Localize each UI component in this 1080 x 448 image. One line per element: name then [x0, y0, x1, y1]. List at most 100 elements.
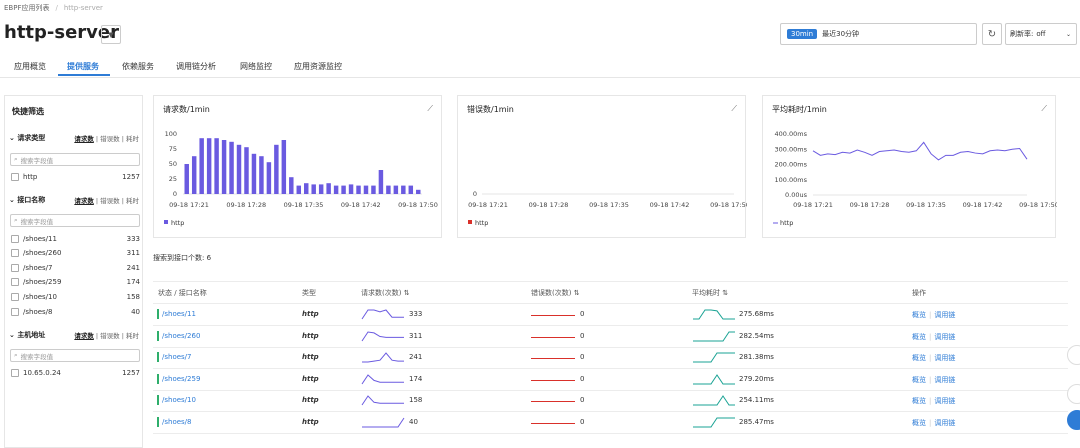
refresh-rate-select[interactable]: 刷新率: off ⌄	[1005, 23, 1077, 45]
overview-link[interactable]: 概览	[912, 354, 926, 362]
sparkline-path	[693, 417, 735, 428]
row-divider	[153, 325, 1068, 326]
bar	[266, 162, 272, 194]
tab-network[interactable]: 网络监控	[240, 61, 272, 72]
checkbox[interactable]	[11, 173, 19, 181]
request-sparkline	[361, 395, 404, 406]
sparkline-path	[361, 395, 404, 406]
bar	[408, 185, 414, 194]
assistant-float-button[interactable]	[1067, 410, 1080, 430]
refresh-button[interactable]: ↻	[982, 23, 1002, 45]
refresh-rate-label: 刷新率:	[1010, 30, 1034, 38]
metric-tabs[interactable]: 请求数 | 错误数 | 耗时	[74, 133, 139, 143]
header-divider	[153, 303, 1068, 304]
latency-sparkline	[693, 352, 735, 363]
trace-link[interactable]: 调用链	[934, 333, 955, 341]
feedback-float-button[interactable]	[1067, 345, 1080, 365]
latency-sparkline	[693, 331, 735, 342]
checkbox[interactable]	[11, 278, 19, 286]
endpoint-link[interactable]: /shoes/259	[162, 375, 200, 383]
row-actions: 概览 | 调用链	[912, 353, 955, 363]
chart-card-latency: 平均耗时/1min ⟋ 400.00ms 300.00ms 200.00ms 100.…	[762, 95, 1057, 238]
search-input[interactable]: ⌕ 搜索字段值	[10, 214, 140, 227]
request-sparkline	[362, 352, 404, 363]
filter-item[interactable]: 10.65.0.24 1257	[11, 369, 140, 377]
tab-dependencies[interactable]: 依赖服务	[122, 61, 154, 72]
sparkline-path	[693, 331, 735, 342]
help-float-button[interactable]	[1067, 384, 1080, 404]
tab-provided-services[interactable]: 提供服务	[67, 61, 99, 72]
endpoint-link[interactable]: /shoes/11	[162, 310, 196, 318]
overview-link[interactable]: 概览	[912, 376, 926, 384]
overview-link[interactable]: 概览	[912, 311, 926, 319]
checkbox[interactable]	[11, 308, 19, 316]
separator: |	[929, 419, 932, 427]
filter-item[interactable]: /shoes/8 40	[11, 308, 140, 316]
tab-overview[interactable]: 应用概览	[14, 61, 46, 72]
row-divider	[153, 368, 1068, 369]
row-type: http	[302, 396, 319, 404]
sparkline-path	[361, 309, 404, 320]
section-title[interactable]: ⌄ 主机地址	[9, 330, 45, 340]
endpoint-link[interactable]: /shoes/8	[162, 418, 192, 426]
bar	[401, 185, 406, 194]
row-errors: 0	[580, 396, 585, 404]
bar	[333, 185, 339, 194]
endpoint-link[interactable]: /shoes/260	[162, 332, 200, 340]
y-tick-label: 75	[169, 145, 177, 153]
col-header-errors[interactable]: 错误数(次数) ⇅	[531, 288, 580, 298]
section-title[interactable]: ⌄ 请求类型	[9, 133, 45, 143]
metric-tabs[interactable]: 请求数 | 错误数 | 耗时	[74, 330, 139, 340]
search-input[interactable]: ⌕ 搜索字段值	[10, 349, 140, 362]
error-sparkline	[531, 423, 575, 424]
col-header-type: 类型	[302, 289, 316, 297]
overview-link[interactable]: 概览	[912, 419, 926, 427]
filter-item[interactable]: /shoes/260 311	[11, 249, 140, 257]
filter-item[interactable]: /shoes/7 241	[11, 264, 140, 272]
row-type: http	[302, 418, 319, 426]
col-header-latency[interactable]: 平均耗时 ⇅	[692, 288, 728, 298]
col-header-requests[interactable]: 请求数(次数) ⇅	[361, 288, 410, 298]
error-sparkline	[531, 401, 575, 402]
result-count: 搜索到接口个数: 6	[153, 254, 212, 262]
row-actions: 概览 | 调用链	[912, 396, 955, 406]
app-switch-dropdown[interactable]: ▼	[101, 25, 121, 44]
status-indicator	[157, 331, 159, 341]
bar	[348, 184, 354, 194]
trace-link[interactable]: 调用链	[934, 311, 955, 319]
trace-link[interactable]: 调用链	[934, 397, 955, 405]
checkbox[interactable]	[11, 249, 19, 257]
sparkline-path	[362, 352, 404, 363]
row-divider	[153, 390, 1068, 391]
trace-link[interactable]: 调用链	[934, 354, 955, 362]
filter-item[interactable]: http 1257	[11, 173, 140, 181]
trace-link[interactable]: 调用链	[934, 376, 955, 384]
time-range-picker[interactable]: 30min 最近30分钟	[780, 23, 977, 45]
endpoint-link[interactable]: /shoes/7	[162, 353, 192, 361]
error-sparkline	[531, 315, 575, 316]
overview-link[interactable]: 概览	[912, 397, 926, 405]
checkbox[interactable]	[11, 369, 19, 377]
breadcrumb-separator: /	[55, 4, 58, 12]
bar	[236, 144, 242, 194]
overview-link[interactable]: 概览	[912, 333, 926, 341]
x-tick-label: 09-18 17:28	[226, 201, 266, 209]
breadcrumb-root[interactable]: EBPF应用列表	[4, 3, 49, 13]
y-tick-label: 200.00ms	[775, 161, 808, 169]
sparkline-path	[362, 417, 405, 428]
status-indicator	[157, 352, 159, 362]
filter-item[interactable]: /shoes/11 333	[11, 235, 140, 243]
filter-item[interactable]: /shoes/259 174	[11, 278, 140, 286]
tab-resources[interactable]: 应用资源监控	[294, 61, 342, 72]
search-input[interactable]: ⌕ 搜索字段值	[10, 153, 140, 166]
time-range-label: 最近30分钟	[822, 30, 860, 38]
tab-trace-analysis[interactable]: 调用链分析	[176, 61, 216, 72]
checkbox[interactable]	[11, 293, 19, 301]
trace-link[interactable]: 调用链	[934, 419, 955, 427]
checkbox[interactable]	[11, 264, 19, 272]
checkbox[interactable]	[11, 235, 19, 243]
metric-tabs[interactable]: 请求数 | 错误数 | 耗时	[74, 195, 139, 205]
endpoint-link[interactable]: /shoes/10	[162, 396, 196, 404]
filter-item[interactable]: /shoes/10 158	[11, 293, 140, 301]
section-title[interactable]: ⌄ 接口名称	[9, 195, 45, 205]
